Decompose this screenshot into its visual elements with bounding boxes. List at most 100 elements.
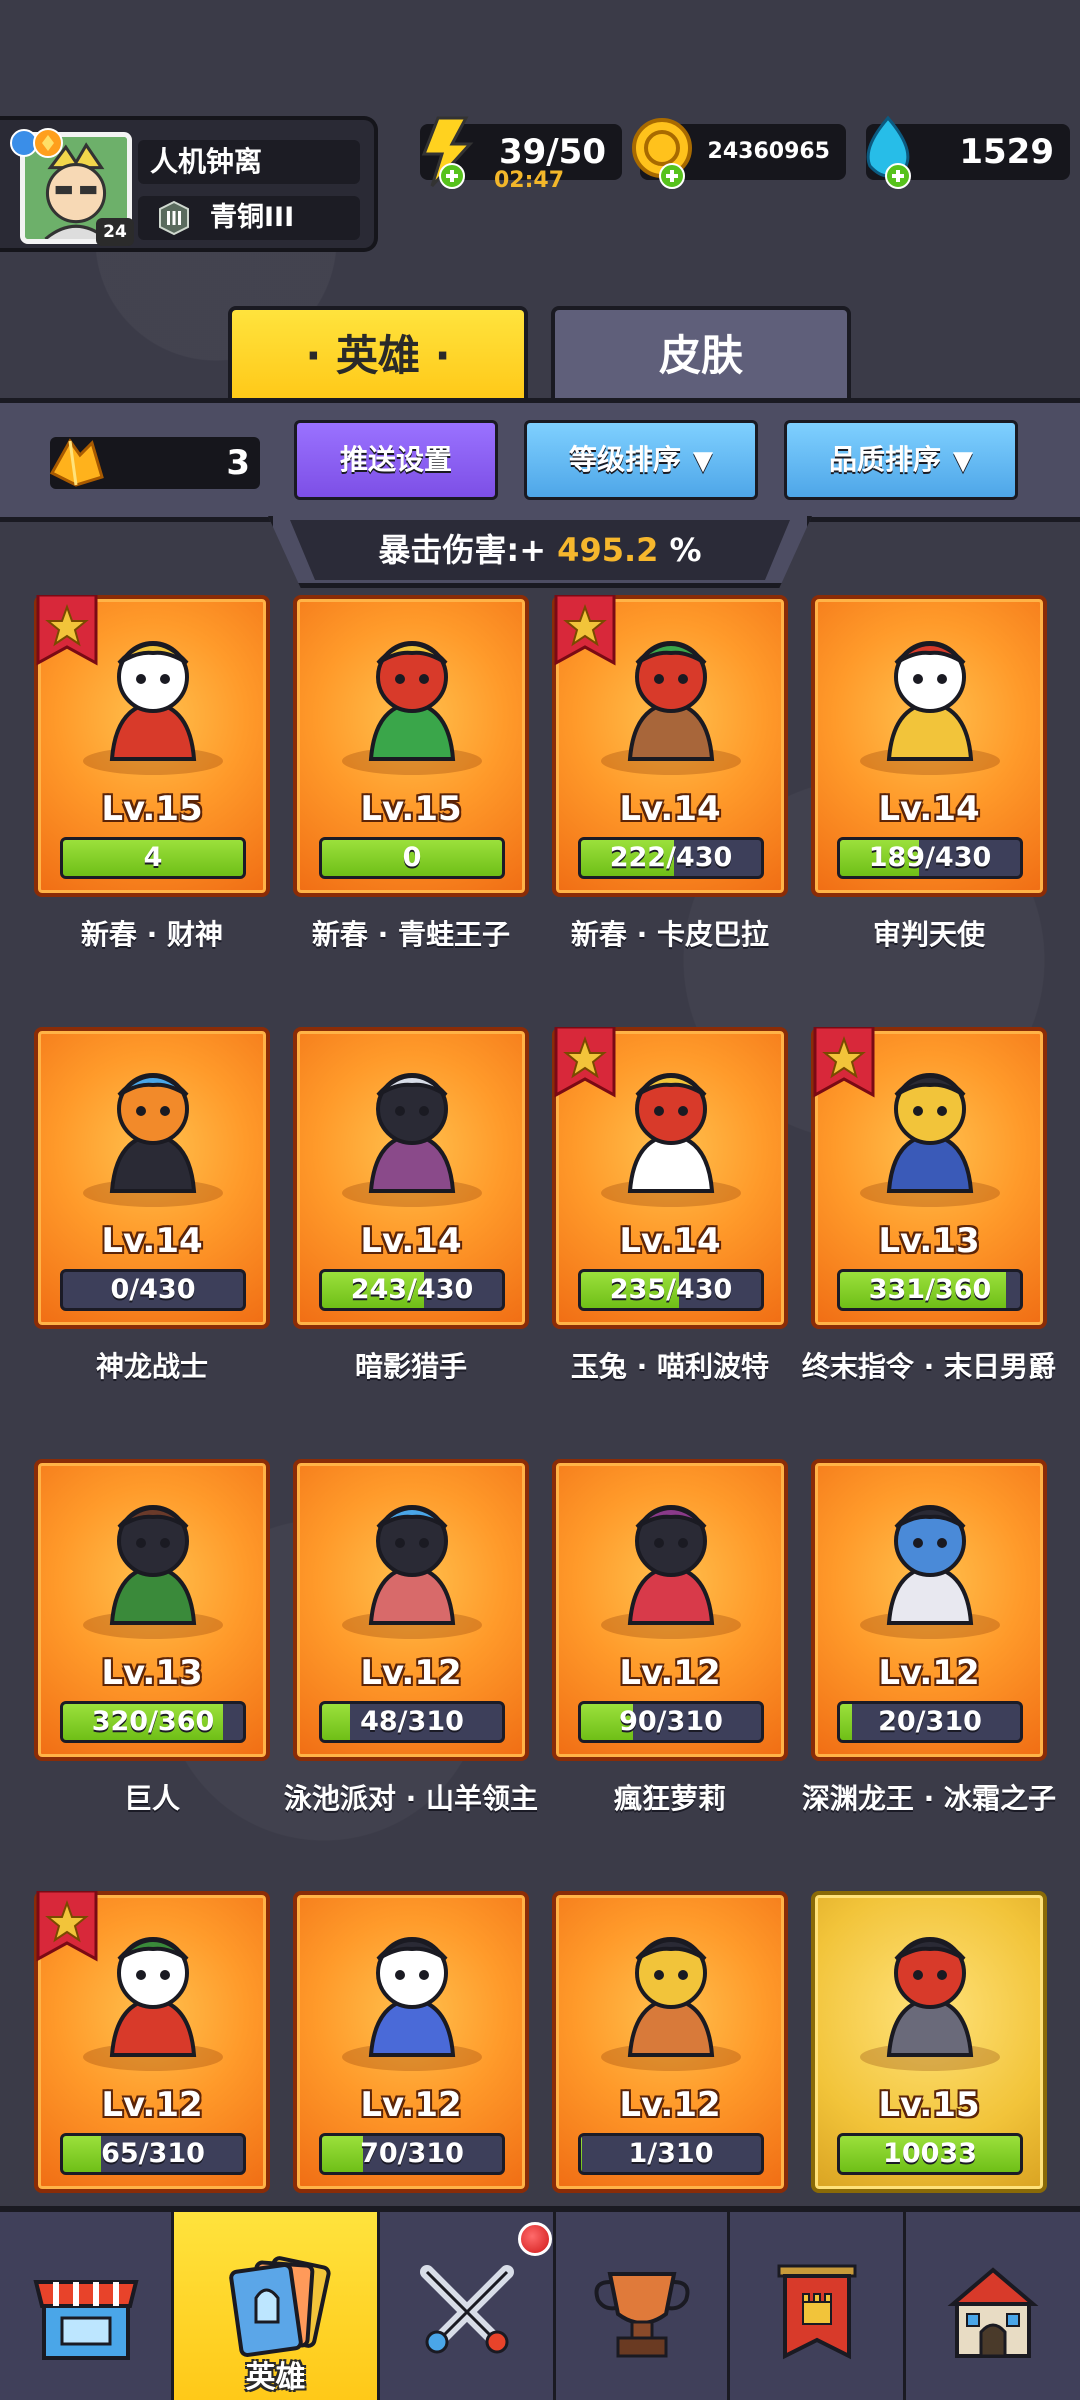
hero-level: Lv.12 xyxy=(619,1653,721,1693)
gold-coin-icon xyxy=(632,118,692,189)
star-flag-icon xyxy=(554,1027,616,1098)
gold-value: 24360965 xyxy=(707,139,830,164)
hero-card[interactable]: Lv.14 189/430 xyxy=(811,595,1047,897)
hero-name: 暗影猎手 xyxy=(354,1350,467,1383)
hero-progress-bar: 243/430 xyxy=(319,1269,505,1311)
gem-value: 1529 xyxy=(959,132,1054,172)
hero-progress-bar: 320/360 xyxy=(60,1701,246,1743)
rank-label: 青铜III xyxy=(210,202,295,233)
level-sort-label: 等级排序 xyxy=(568,443,681,476)
quality-sort-label: 品质排序 xyxy=(828,443,941,476)
hero-progress-text: 222/430 xyxy=(609,842,733,873)
hero-level: Lv.15 xyxy=(878,2085,980,2125)
star-flag-icon xyxy=(813,1027,875,1098)
hero-card[interactable]: Lv.12 70/310 xyxy=(293,1891,529,2193)
gem-counter[interactable]: 1529 xyxy=(866,115,1070,189)
hero-name: 审判天使 xyxy=(872,918,985,951)
hero-card[interactable]: Lv.12 65/310 xyxy=(34,1891,270,2193)
level-sort-button[interactable]: 等级排序 ▼ xyxy=(524,420,758,500)
hero-portrait-icon xyxy=(860,1937,1000,2071)
push-settings-button[interactable]: 推送设置 xyxy=(294,420,498,500)
battle-notification-badge xyxy=(518,2222,552,2256)
shard-crystal-icon xyxy=(49,438,104,487)
hero-card[interactable]: Lv.15 0 xyxy=(293,595,529,897)
hero-progress-bar: 1/310 xyxy=(578,2133,764,2175)
hero-level: Lv.14 xyxy=(619,1221,721,1261)
hero-card[interactable]: Lv.12 90/310 xyxy=(552,1459,788,1761)
nav-castle[interactable] xyxy=(906,2212,1080,2400)
player-level: 24 xyxy=(96,218,134,246)
hero-portrait-icon xyxy=(342,1937,482,2071)
hero-name: 玉兔 · 喵利波特 xyxy=(570,1350,770,1383)
hero-progress-bar: 10033 xyxy=(837,2133,1023,2175)
shard-counter: 3 xyxy=(49,437,260,489)
hero-card[interactable]: Lv.14 0/430 xyxy=(34,1027,270,1329)
crit-damage-display: 暴击伤害:+ 495.2 % xyxy=(290,520,790,580)
hero-card[interactable]: Lv.15 4 xyxy=(34,595,270,897)
player-name: 人机钟离 xyxy=(138,140,360,184)
hero-card[interactable]: Lv.14 222/430 xyxy=(552,595,788,897)
hero-level: Lv.14 xyxy=(360,1221,462,1261)
gem-drop-icon xyxy=(866,115,911,189)
hero-card[interactable]: Lv.14 243/430 xyxy=(293,1027,529,1329)
vip-badge-icon xyxy=(10,126,68,160)
hero-card[interactable]: Lv.12 48/310 xyxy=(293,1459,529,1761)
hero-name: 新春 · 青蛙王子 xyxy=(311,918,511,951)
hero-progress-text: 0/430 xyxy=(110,1274,196,1305)
hero-level: Lv.13 xyxy=(101,1653,203,1693)
tab-skins[interactable]: 皮肤 xyxy=(551,306,851,402)
hero-card[interactable]: Lv.14 235/430 xyxy=(552,1027,788,1329)
hero-card[interactable]: Lv.15 10033 xyxy=(811,1891,1047,2193)
hero-progress-bar: 222/430 xyxy=(578,837,764,879)
hero-level: Lv.15 xyxy=(101,789,203,829)
hero-progress-text: 4 xyxy=(143,842,163,873)
hero-progress-bar: 235/430 xyxy=(578,1269,764,1311)
hero-portrait-icon xyxy=(860,1505,1000,1639)
gold-counter[interactable]: 24360965 xyxy=(632,118,846,189)
hero-card[interactable]: Lv.13 320/360 xyxy=(34,1459,270,1761)
hero-progress-bar: 0/430 xyxy=(60,1269,246,1311)
chevron-down-icon: ▼ xyxy=(953,446,973,476)
hero-progress-bar: 65/310 xyxy=(60,2133,246,2175)
crit-value: 495.2 xyxy=(557,531,659,569)
hero-progress-text: 20/310 xyxy=(878,1706,982,1737)
nav-trophy[interactable] xyxy=(556,2212,730,2400)
hero-progress-bar: 331/360 xyxy=(837,1269,1023,1311)
hero-progress-text: 48/310 xyxy=(360,1706,464,1737)
hero-progress-bar: 90/310 xyxy=(578,1701,764,1743)
shop-icon xyxy=(32,2280,139,2360)
quality-sort-button[interactable]: 品质排序 ▼ xyxy=(784,420,1018,500)
nav-heroes-label: 英雄 xyxy=(245,2360,306,2395)
hero-level: Lv.13 xyxy=(878,1221,980,1261)
hero-grid: Lv.15 4 新春 · 财神 Lv.15 0 新春 · 青蛙王子 Lv.14 222/430… xyxy=(0,595,1080,2205)
hero-progress-text: 90/310 xyxy=(619,1706,723,1737)
hero-progress-bar: 4 xyxy=(60,837,246,879)
castle-icon xyxy=(947,2267,1039,2358)
hero-portrait-icon xyxy=(342,1073,482,1207)
hero-progress-text: 235/430 xyxy=(609,1274,733,1305)
hero-portrait-icon xyxy=(83,1073,223,1207)
chevron-down-icon: ▼ xyxy=(693,446,713,476)
nav-shop[interactable] xyxy=(0,2212,174,2400)
hero-portrait-icon xyxy=(342,1505,482,1639)
hero-card[interactable]: Lv.12 1/310 xyxy=(552,1891,788,2193)
nav-heroes[interactable]: 英雄 xyxy=(174,2212,380,2400)
player-profile[interactable]: 24 人机钟离 青铜III xyxy=(0,116,378,252)
hero-portrait-icon xyxy=(83,1505,223,1639)
hero-progress-text: 331/360 xyxy=(868,1274,992,1305)
hero-progress-bar: 70/310 xyxy=(319,2133,505,2175)
crit-label: 暴击伤害:+ xyxy=(378,531,547,569)
hero-level: Lv.15 xyxy=(360,789,462,829)
crossed-swords-icon xyxy=(419,2265,514,2354)
hero-level: Lv.14 xyxy=(101,1221,203,1261)
hero-card[interactable]: Lv.12 20/310 xyxy=(811,1459,1047,1761)
hero-progress-bar: 189/430 xyxy=(837,837,1023,879)
hero-progress-bar: 20/310 xyxy=(837,1701,1023,1743)
nav-guild[interactable] xyxy=(730,2212,906,2400)
hero-name: 终末指令 · 末日男爵 xyxy=(801,1350,1057,1383)
hero-name: 新春 · 财神 xyxy=(80,918,224,951)
tab-heroes[interactable]: · 英雄 · xyxy=(228,306,528,402)
crit-unit: % xyxy=(669,531,702,569)
hero-portrait-icon xyxy=(601,1505,741,1639)
hero-card[interactable]: Lv.13 331/360 xyxy=(811,1027,1047,1329)
